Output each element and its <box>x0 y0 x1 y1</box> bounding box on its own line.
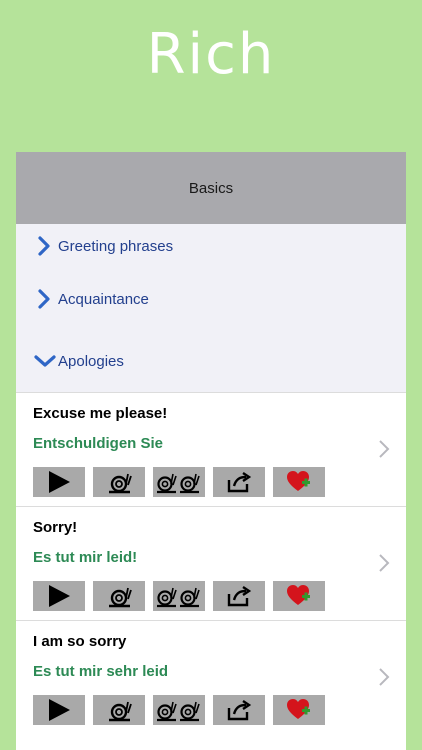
double-snail-slower-icon <box>157 473 200 494</box>
play-icon <box>49 585 70 607</box>
phrase-row[interactable]: I am so sorry Es tut mir sehr leid <box>16 620 406 734</box>
play-button[interactable] <box>33 695 85 725</box>
share-icon <box>227 700 252 721</box>
snail-slow-icon <box>109 587 132 608</box>
category-list: Greeting phrases Acquaintance Apologies <box>16 224 406 392</box>
phrase-german: Es tut mir leid! <box>33 549 138 566</box>
share-icon <box>227 586 252 607</box>
phrase-controls <box>33 695 325 725</box>
disclosure-chevron-icon[interactable] <box>378 439 390 459</box>
favorite-heart-icon <box>287 585 310 605</box>
favorite-heart-icon <box>287 471 310 491</box>
category-greeting-phrases[interactable]: Greeting phrases <box>16 224 406 268</box>
play-button[interactable] <box>33 581 85 611</box>
phrase-row[interactable]: Sorry! Es tut mir leid! <box>16 506 406 620</box>
phrasebook-panel: Basics Greeting phrases Acquaintance Apo… <box>16 152 406 750</box>
phrase-german: Es tut mir sehr leid <box>33 663 169 680</box>
phrase-english: I am so sorry <box>33 633 127 650</box>
share-button[interactable] <box>213 581 265 611</box>
play-button[interactable] <box>33 467 85 497</box>
play-icon <box>49 471 70 493</box>
chevron-right-icon <box>34 287 58 311</box>
phrase-english: Sorry! <box>33 519 78 536</box>
play-slower-button[interactable] <box>153 581 205 611</box>
snail-slow-icon <box>109 701 132 722</box>
share-button[interactable] <box>213 695 265 725</box>
favorite-heart-icon <box>287 699 310 719</box>
play-slow-button[interactable] <box>93 695 145 725</box>
disclosure-chevron-icon[interactable] <box>378 667 390 687</box>
phrase-controls <box>33 581 325 611</box>
category-label: Greeting phrases <box>58 237 174 255</box>
favorite-button[interactable] <box>273 467 325 497</box>
share-icon <box>227 472 252 493</box>
snail-slow-icon <box>109 473 132 494</box>
favorite-button[interactable] <box>273 581 325 611</box>
phrase-row[interactable]: Excuse me please! Entschuldigen Sie <box>16 392 406 506</box>
category-label: Acquaintance <box>58 290 149 308</box>
brand-title: Rich <box>146 22 276 87</box>
category-label: Apologies <box>58 352 124 370</box>
section-title: Basics <box>188 179 234 197</box>
play-slower-button[interactable] <box>153 695 205 725</box>
play-slow-button[interactable] <box>93 467 145 497</box>
favorite-button[interactable] <box>273 695 325 725</box>
category-acquaintance[interactable]: Acquaintance <box>16 268 406 330</box>
section-header: Basics <box>16 152 406 224</box>
disclosure-chevron-icon[interactable] <box>378 553 390 573</box>
phrase-english: Excuse me please! <box>33 405 168 422</box>
phrase-controls <box>33 467 325 497</box>
category-apologies[interactable]: Apologies <box>16 330 406 392</box>
chevron-right-icon <box>34 234 58 258</box>
play-icon <box>49 699 70 721</box>
phrase-german: Entschuldigen Sie <box>33 435 164 452</box>
play-slower-button[interactable] <box>153 467 205 497</box>
double-snail-slower-icon <box>157 587 200 608</box>
chevron-down-icon <box>34 349 58 373</box>
share-button[interactable] <box>213 467 265 497</box>
play-slow-button[interactable] <box>93 581 145 611</box>
double-snail-slower-icon <box>157 701 200 722</box>
